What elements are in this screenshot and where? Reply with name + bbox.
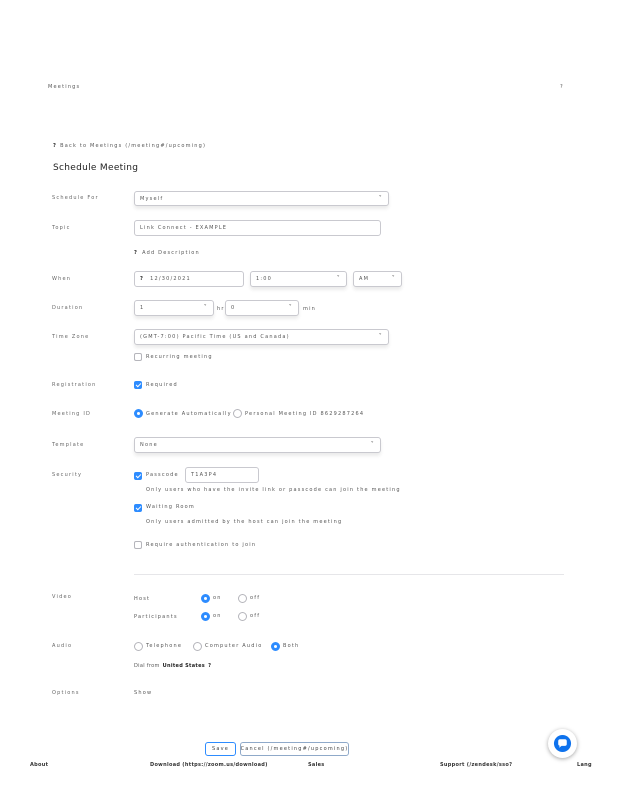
footer-about-link[interactable]: About bbox=[30, 762, 48, 768]
passcode-input[interactable]: T1A3P4 bbox=[185, 467, 259, 483]
template-value: None bbox=[140, 442, 158, 448]
section-divider bbox=[134, 574, 564, 575]
chevron-down-icon: ˅ bbox=[203, 304, 208, 311]
duration-label: Duration bbox=[52, 305, 84, 311]
passcode-value: T1A3P4 bbox=[191, 472, 218, 478]
schedule-for-select[interactable]: Myself ˅ bbox=[134, 191, 389, 206]
video-host-off-label: off bbox=[250, 595, 261, 601]
schedule-for-value: Myself bbox=[140, 195, 164, 202]
duration-minutes-select[interactable]: 0 ˅ bbox=[225, 300, 299, 316]
video-host-off-radio[interactable] bbox=[238, 594, 247, 603]
hr-label: hr bbox=[217, 306, 225, 312]
time-zone-select[interactable]: (GMT-7:00) Pacific Time (US and Canada) … bbox=[134, 329, 389, 345]
chat-bubble-icon bbox=[553, 734, 572, 753]
chevron-down-icon: ˅ bbox=[391, 275, 396, 282]
schedule-for-label: Schedule For bbox=[52, 195, 99, 201]
recurring-label: Recurring meeting bbox=[146, 354, 213, 360]
add-description-link[interactable]: ? Add Description bbox=[134, 250, 200, 256]
audio-both-label: Both bbox=[283, 643, 300, 649]
add-description-label: Add Description bbox=[142, 250, 200, 256]
header-title: Meetings bbox=[48, 84, 81, 90]
meeting-id-auto-radio[interactable] bbox=[134, 409, 143, 418]
topic-value: Link Connect - EXAMPLE bbox=[140, 225, 228, 231]
edit-icon[interactable]: ? bbox=[208, 663, 212, 669]
video-host-on-label: on bbox=[213, 595, 222, 601]
footer-download-link[interactable]: Download (https://zoom.us/download) bbox=[150, 762, 268, 768]
ampm-select[interactable]: AM ˅ bbox=[353, 271, 402, 287]
options-label: Options bbox=[52, 690, 80, 696]
plus-icon: ? bbox=[134, 250, 139, 256]
time-zone-label: Time Zone bbox=[52, 334, 90, 340]
security-label: Security bbox=[52, 472, 83, 478]
calendar-icon: ? bbox=[140, 276, 145, 282]
dial-from-row: Dial from United States ? bbox=[134, 663, 212, 669]
waiting-room-checkbox[interactable] bbox=[134, 504, 142, 512]
registration-required-label: Required bbox=[146, 382, 178, 388]
date-value: 12/30/2021 bbox=[150, 276, 191, 282]
video-participants-on-radio[interactable] bbox=[201, 612, 210, 621]
chevron-down-icon: ˅ bbox=[378, 195, 383, 202]
back-arrow-icon: ? bbox=[53, 143, 58, 149]
when-label: When bbox=[52, 276, 72, 282]
duration-hours-value: 1 bbox=[140, 305, 145, 311]
chevron-down-icon: ˅ bbox=[378, 333, 383, 340]
recurring-checkbox[interactable] bbox=[134, 353, 142, 361]
require-auth-checkbox[interactable] bbox=[134, 541, 142, 549]
chevron-down-icon: ˅ bbox=[336, 275, 341, 282]
topic-label: Topic bbox=[52, 225, 71, 231]
duration-minutes-value: 0 bbox=[231, 305, 236, 311]
passcode-hint: Only users who have the invite link or p… bbox=[146, 487, 401, 493]
chat-widget-button[interactable] bbox=[548, 729, 577, 758]
time-value: 1:00 bbox=[256, 276, 273, 282]
video-participants-label: Participants bbox=[134, 614, 178, 620]
options-show-link[interactable]: Show bbox=[134, 690, 152, 696]
chevron-down-icon: ˅ bbox=[370, 441, 375, 448]
passcode-label: Passcode bbox=[146, 472, 179, 478]
time-zone-value: (GMT-7:00) Pacific Time (US and Canada) bbox=[140, 334, 290, 340]
dial-from-country-link[interactable]: United States bbox=[163, 663, 205, 669]
passcode-checkbox[interactable] bbox=[134, 472, 142, 480]
ampm-value: AM bbox=[359, 276, 370, 282]
footer-sales-link[interactable]: Sales bbox=[308, 762, 325, 768]
video-participants-off-radio[interactable] bbox=[238, 612, 247, 621]
audio-computer-radio[interactable] bbox=[193, 642, 202, 651]
template-label: Template bbox=[52, 442, 85, 448]
audio-telephone-label: Telephone bbox=[146, 643, 183, 649]
registration-checkbox[interactable] bbox=[134, 381, 142, 389]
meeting-id-label: Meeting ID bbox=[52, 411, 92, 417]
help-icon[interactable]: ? bbox=[560, 84, 564, 90]
topic-input[interactable]: Link Connect - EXAMPLE bbox=[134, 220, 381, 236]
back-to-meetings-link[interactable]: ? Back to Meetings (/meeting#/upcoming) bbox=[53, 143, 206, 149]
meeting-id-personal-radio[interactable] bbox=[233, 409, 242, 418]
audio-label: Audio bbox=[52, 643, 73, 649]
require-auth-label: Require authentication to join bbox=[146, 542, 257, 548]
time-select[interactable]: 1:00 ˅ bbox=[250, 271, 347, 287]
footer-language-link[interactable]: Lang bbox=[577, 762, 592, 768]
min-label: min bbox=[303, 306, 317, 312]
registration-label: Registration bbox=[52, 382, 97, 388]
video-participants-on-label: on bbox=[213, 613, 222, 619]
audio-telephone-radio[interactable] bbox=[134, 642, 143, 651]
template-select[interactable]: None ˅ bbox=[134, 437, 381, 453]
chevron-down-icon: ˅ bbox=[288, 304, 293, 311]
waiting-room-label: Waiting Room bbox=[146, 504, 195, 510]
meeting-id-auto-label: Generate Automatically bbox=[146, 411, 232, 417]
video-participants-off-label: off bbox=[250, 613, 261, 619]
audio-both-radio[interactable] bbox=[271, 642, 280, 651]
duration-hours-select[interactable]: 1 ˅ bbox=[134, 300, 214, 316]
video-host-label: Host bbox=[134, 596, 151, 602]
video-host-on-radio[interactable] bbox=[201, 594, 210, 603]
waiting-room-hint: Only users admitted by the host can join… bbox=[146, 519, 343, 525]
audio-computer-label: Computer Audio bbox=[205, 643, 263, 649]
footer-support-link[interactable]: Support (/zendesk/sso? bbox=[440, 762, 512, 768]
video-label: Video bbox=[52, 594, 73, 600]
dial-from-prefix: Dial from bbox=[134, 663, 160, 669]
back-link-label: Back to Meetings (/meeting#/upcoming) bbox=[60, 143, 207, 149]
cancel-button[interactable]: Cancel (/meeting#/upcoming) bbox=[240, 742, 349, 756]
meeting-id-personal-label: Personal Meeting ID 8629287264 bbox=[245, 411, 365, 417]
date-picker[interactable]: ? 12/30/2021 bbox=[134, 271, 244, 287]
save-button[interactable]: Save bbox=[205, 742, 236, 756]
page-title: Schedule Meeting bbox=[53, 163, 139, 173]
